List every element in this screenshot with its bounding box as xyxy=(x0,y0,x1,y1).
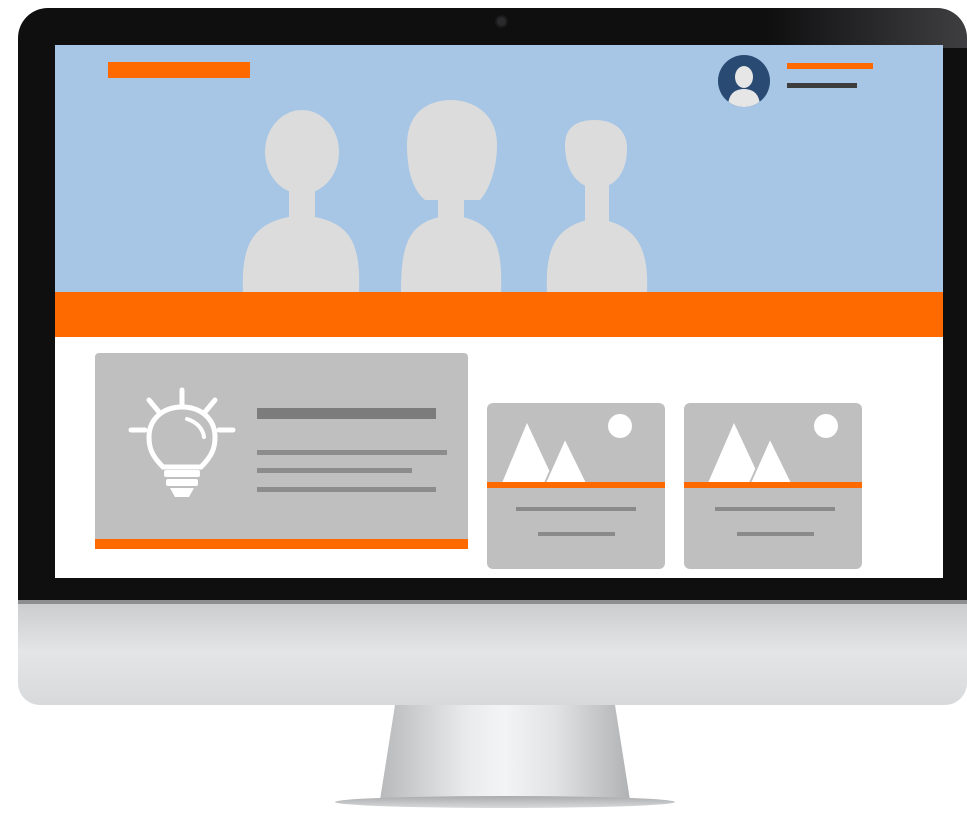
team-silhouettes-illustration xyxy=(242,100,648,292)
feature-text-line xyxy=(257,450,447,455)
image-mountain-icon xyxy=(708,414,838,483)
feature-card-accent xyxy=(95,539,468,549)
logo-placeholder[interactable] xyxy=(108,62,250,78)
user-name-placeholder[interactable] xyxy=(787,63,873,69)
image-card[interactable] xyxy=(684,403,862,569)
image-card-text-line xyxy=(737,532,814,536)
bezel-sheen xyxy=(767,8,967,48)
image-card[interactable] xyxy=(487,403,665,569)
webcam xyxy=(497,17,506,26)
user-avatar-icon xyxy=(728,66,760,107)
image-card-text-line xyxy=(538,532,615,536)
monitor-chin-edge xyxy=(18,600,967,604)
hero-banner xyxy=(55,45,943,292)
image-card-accent xyxy=(487,482,665,488)
monitor-stand xyxy=(380,705,630,800)
monitor-chin xyxy=(18,600,967,705)
monitor-screen xyxy=(55,45,943,578)
feature-card[interactable] xyxy=(95,353,468,549)
feature-text-line xyxy=(257,468,412,473)
image-card-accent xyxy=(684,482,862,488)
user-avatar[interactable] xyxy=(718,55,770,107)
image-card-text-line xyxy=(516,507,636,511)
feature-text-line xyxy=(257,487,436,492)
lightbulb-icon xyxy=(128,387,236,497)
image-card-text-line xyxy=(715,507,835,511)
feature-title-placeholder xyxy=(257,408,436,419)
monitor-stand-base xyxy=(335,796,675,808)
person-silhouette-middle xyxy=(401,100,502,292)
user-subtitle-placeholder xyxy=(787,83,857,88)
person-silhouette-right xyxy=(546,120,648,292)
person-silhouette-left xyxy=(242,110,360,292)
image-mountain-icon xyxy=(502,414,632,483)
accent-band xyxy=(55,292,943,337)
